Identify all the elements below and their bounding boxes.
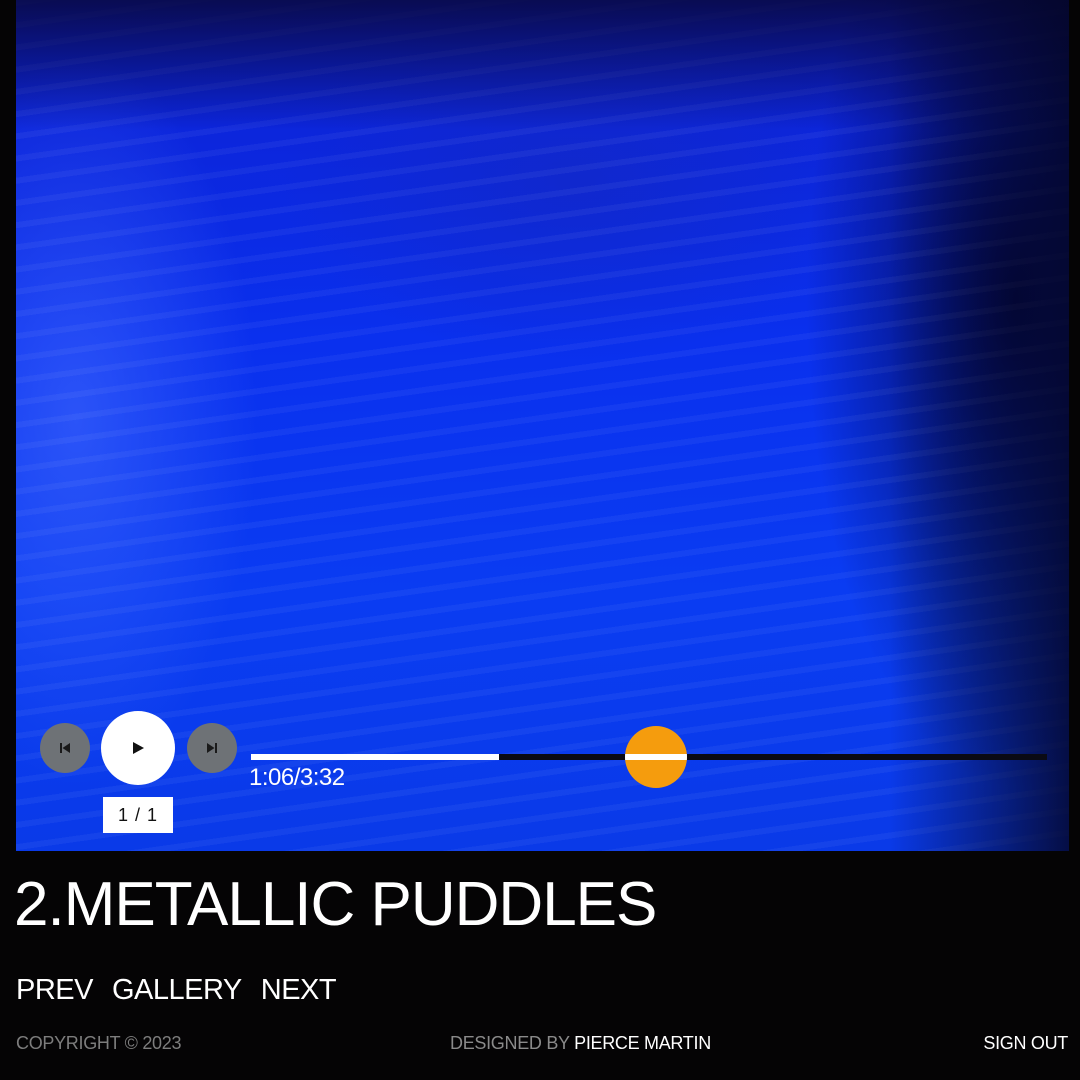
next-track-button[interactable] [187, 723, 237, 773]
page: 1 / 1 1:06/3:32 2.METALLIC PUDDLES PREV … [0, 0, 1080, 1080]
play-button[interactable] [101, 711, 175, 785]
time-label: 1:06/3:32 [249, 764, 345, 791]
prev-link[interactable]: PREV [16, 972, 93, 1008]
gallery-link[interactable]: GALLERY [112, 972, 242, 1008]
song-title: 2.METALLIC PUDDLES [14, 870, 657, 939]
designer-name[interactable]: PIERCE MARTIN [574, 1033, 711, 1053]
skip-back-icon [60, 743, 70, 753]
designed-by-label: DESIGNED BY [450, 1033, 575, 1053]
media-artwork [16, 0, 1069, 851]
designer-credit: DESIGNED BY PIERCE MARTIN [450, 1033, 711, 1054]
play-icon [133, 742, 144, 754]
artwork-shadow-right [889, 0, 1069, 851]
track-counter: 1 / 1 [103, 797, 173, 833]
sign-out-link[interactable]: SIGN OUT [983, 1033, 1068, 1054]
previous-track-button[interactable] [40, 723, 90, 773]
progress-knob-line [625, 754, 687, 760]
copyright-text: COPYRIGHT © 2023 [16, 1033, 182, 1053]
skip-forward-icon [207, 743, 217, 753]
next-link[interactable]: NEXT [261, 972, 337, 1008]
progress-knob[interactable] [625, 726, 687, 788]
progress-fill [251, 754, 499, 760]
track-navigation: PREV GALLERY NEXT [16, 972, 337, 1008]
